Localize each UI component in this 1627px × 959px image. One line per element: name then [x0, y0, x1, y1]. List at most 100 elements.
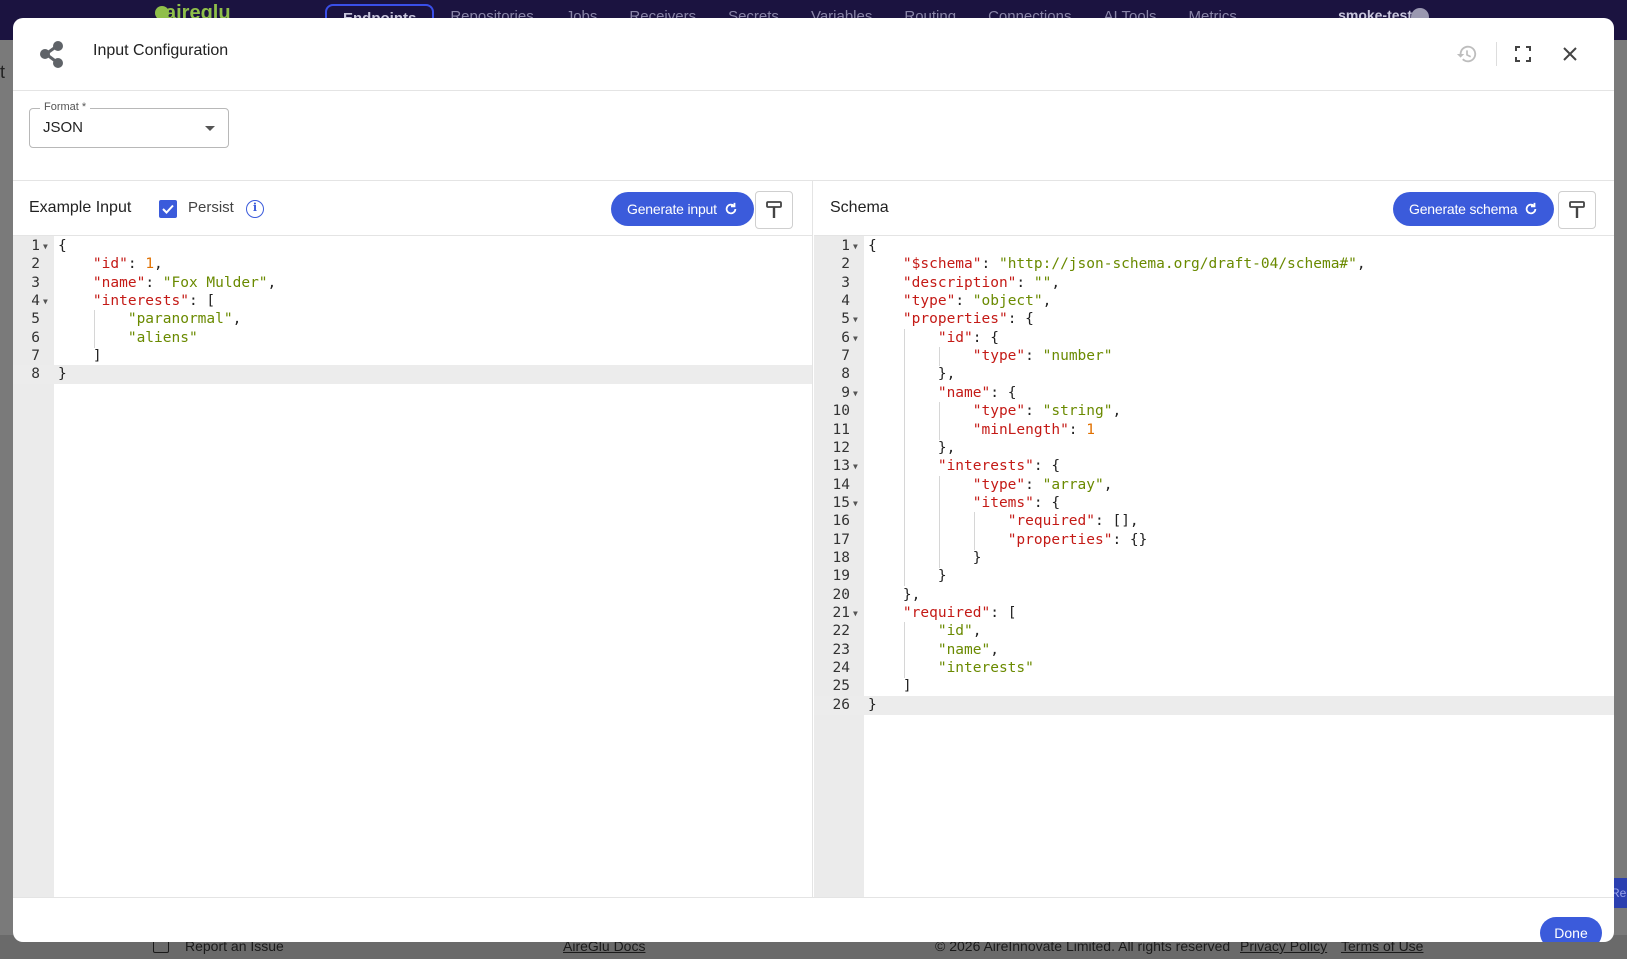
fullscreen-button[interactable] — [1509, 40, 1537, 68]
fullscreen-icon — [1515, 46, 1531, 62]
code-text: "name", — [937, 641, 999, 658]
code-text: "id", — [937, 623, 982, 640]
fold-toggle-icon[interactable]: ▼ — [853, 310, 858, 329]
format-schema-button[interactable] — [1558, 191, 1596, 229]
persist-checkbox[interactable] — [159, 200, 177, 218]
code-line: 21 ▼ "required": [ — [814, 604, 1614, 623]
refresh-icon — [725, 202, 737, 215]
line-number: 5 — [31, 311, 40, 328]
fold-toggle-icon[interactable]: ▼ — [43, 237, 48, 256]
line-number: 9 — [841, 384, 850, 401]
code-text: "minLength": 1 — [972, 421, 1095, 438]
close-button[interactable] — [1556, 40, 1584, 68]
schema-editor[interactable]: 1 ▼{2 "$schema": "http://json-schema.org/… — [814, 236, 1614, 897]
code-line: 14 "type": "array", — [814, 475, 1614, 495]
code-text: "interests": { — [937, 458, 1061, 475]
input-configuration-dialog: Input Configuration Format * JSON Exampl… — [13, 18, 1614, 942]
line-number: 8 — [31, 366, 40, 383]
code-line: 6 "aliens" — [13, 328, 812, 348]
done-button[interactable]: Done — [1540, 917, 1602, 942]
generate-schema-label: Generate schema — [1409, 201, 1518, 217]
dialog-header: Input Configuration — [13, 18, 1614, 91]
share-icon — [40, 41, 63, 68]
code-line: 8} — [13, 365, 812, 385]
format-select[interactable]: Format * JSON — [29, 101, 229, 148]
code-line: 13 ▼ "interests": { — [814, 457, 1614, 477]
code-line: 3 "name": "Fox Mulder", — [13, 274, 812, 293]
code-text: "properties": { — [902, 311, 1034, 328]
fold-toggle-icon[interactable]: ▼ — [853, 604, 858, 623]
schema-header: Schema Generate schema — [814, 181, 1614, 236]
code-text: ] — [58, 348, 102, 365]
generate-schema-button[interactable]: Generate schema — [1393, 192, 1555, 226]
generate-input-button[interactable]: Generate input — [611, 192, 754, 226]
example-input-editor[interactable]: 1 ▼{2 "id": 1, 3 "name": "Fox Mulder", 4 ▼ "… — [13, 236, 812, 897]
code-line: 7 "type": "number" — [814, 347, 1614, 367]
code-line: 19 } — [814, 567, 1614, 587]
history-button[interactable] — [1453, 40, 1481, 68]
chevron-down-icon — [205, 126, 215, 131]
code-text: } — [58, 366, 67, 383]
line-number: 1 — [841, 238, 850, 254]
code-line: 11 "minLength": 1 — [814, 420, 1614, 440]
persist-label[interactable]: Persist — [188, 199, 234, 216]
dialog-footer: Done — [13, 897, 1614, 942]
code-text: "name": { — [937, 384, 1017, 401]
schema-panel: Schema Generate schema 1 ▼{2 "$schema": "… — [814, 181, 1614, 897]
code-text: "items": { — [972, 494, 1061, 511]
code-text: }, — [868, 366, 956, 383]
paint-roller-icon — [766, 201, 782, 218]
code-text: "$schema": "http://json-schema.org/draft… — [902, 256, 1366, 273]
format-area: Format * JSON — [13, 91, 1614, 181]
format-value: JSON — [43, 119, 84, 136]
code-text: "id": { — [937, 329, 999, 346]
fold-toggle-icon[interactable]: ▼ — [853, 384, 858, 403]
format-label: Format * — [40, 101, 91, 113]
info-icon[interactable]: i — [246, 200, 264, 218]
fold-toggle-icon[interactable]: ▼ — [853, 494, 858, 513]
example-input-title: Example Input — [29, 199, 132, 216]
example-input-header: Example Input Persist i Generate input — [13, 181, 812, 236]
line-number: 5 — [841, 311, 850, 328]
fold-toggle-icon[interactable]: ▼ — [853, 457, 858, 476]
line-number: 8 — [841, 366, 850, 383]
close-icon — [1563, 47, 1577, 61]
generate-input-label: Generate input — [627, 201, 717, 217]
line-number: 2 — [841, 256, 850, 273]
code-text: "description": "", — [902, 274, 1061, 291]
fold-toggle-icon[interactable]: ▼ — [853, 329, 858, 348]
format-input-button[interactable] — [755, 191, 793, 229]
line-number: 22 — [832, 623, 850, 640]
code-text: "interests": [ — [92, 293, 216, 310]
line-number: 19 — [832, 568, 850, 585]
code-line: 12 }, — [814, 438, 1614, 458]
code-line: 18 } — [814, 548, 1614, 568]
code-text: "type": "object", — [902, 293, 1052, 310]
code-line: 5 ▼ "properties": { — [814, 310, 1614, 329]
code-text: "type": "number" — [972, 348, 1113, 365]
line-number: 13 — [832, 458, 850, 475]
line-number: 11 — [832, 421, 850, 438]
code-line: 20 }, — [814, 586, 1614, 605]
code-line: 17 "properties": {} — [814, 530, 1614, 550]
code-line: 1 ▼ { — [13, 237, 812, 256]
line-number: 12 — [832, 439, 850, 456]
code-line: 6 ▼ "id": { — [814, 328, 1614, 348]
line-number: 20 — [832, 586, 850, 603]
line-number: 14 — [832, 476, 850, 493]
schema-title: Schema — [830, 199, 889, 216]
code-line: 2 "$schema": "http://json-schema.org/dra… — [814, 255, 1614, 274]
header-divider — [1496, 42, 1497, 66]
line-number: 7 — [31, 348, 40, 365]
line-number: 23 — [832, 641, 850, 658]
fold-toggle-icon[interactable]: ▼ — [853, 237, 858, 256]
line-number: 26 — [832, 696, 850, 713]
line-number: 18 — [832, 549, 850, 566]
line-number: 6 — [31, 329, 40, 346]
line-number: 15 — [832, 494, 850, 511]
refresh-icon — [1526, 202, 1537, 215]
fold-toggle-icon[interactable]: ▼ — [43, 292, 48, 311]
line-number: 6 — [841, 329, 850, 346]
code-text: "required": [], — [1007, 513, 1139, 530]
line-number: 2 — [31, 256, 40, 273]
